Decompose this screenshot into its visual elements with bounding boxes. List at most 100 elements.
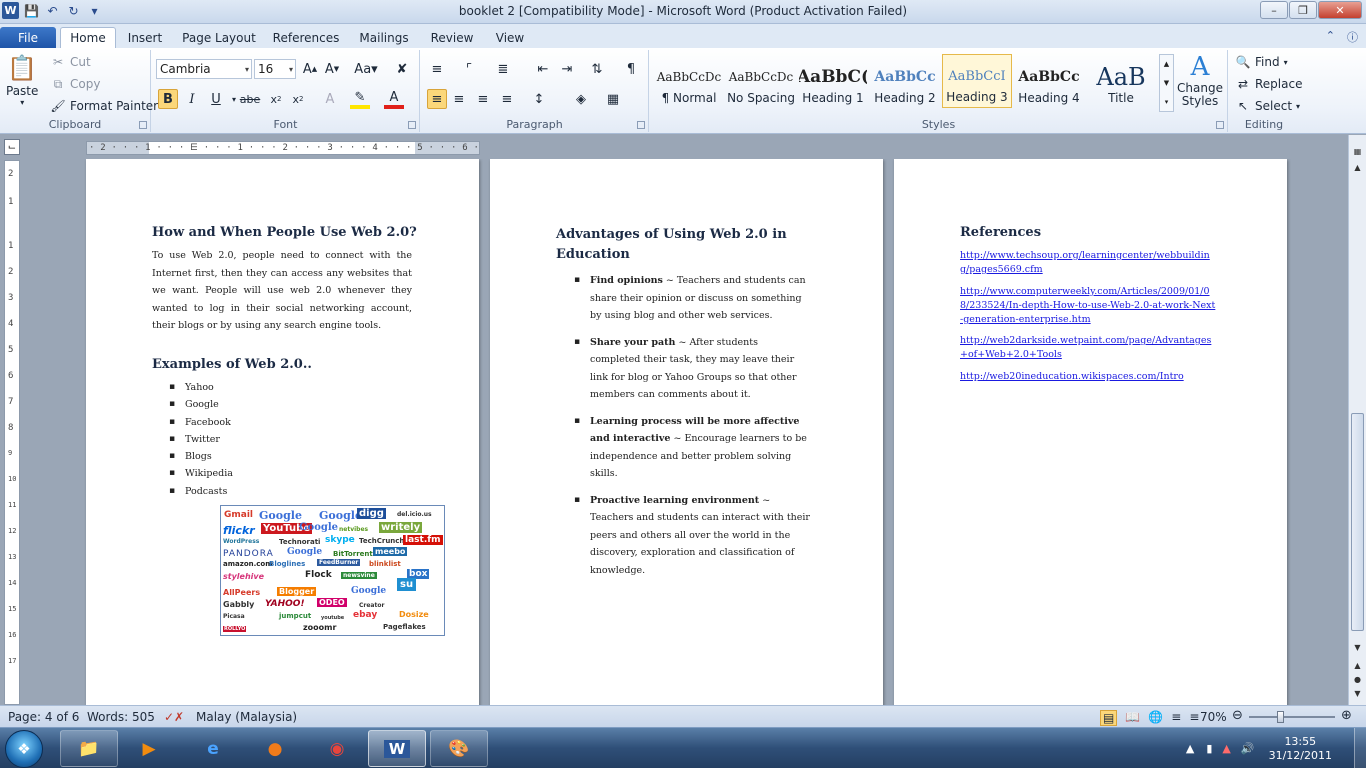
increase-indent-icon[interactable]: ⇥ [557,59,577,79]
language[interactable]: Malay (Malaysia) [196,710,297,724]
find-button[interactable]: 🔍 Find ▾ [1235,54,1288,70]
style-normal[interactable]: AaBbCcDc ¶ Normal [654,54,724,108]
vertical-scrollbar[interactable]: ▦ ▲ ▼ ▲ ● ▼ [1348,135,1366,705]
page-3[interactable]: References http://www.techsoup.org/learn… [894,159,1287,705]
start-button[interactable]: ❖ [5,730,43,768]
zoom-slider[interactable] [1249,716,1335,718]
battery-icon[interactable]: ▮ [1206,742,1212,755]
chrome-taskbar-button[interactable]: ◉ [308,730,366,767]
chevron-down-icon[interactable]: ▼ [1164,79,1169,87]
zoom-level[interactable]: 70% [1200,710,1227,724]
show-hidden-icons-icon[interactable]: ▲ [1186,742,1194,755]
web2-logos-image[interactable]: Gmail Google Google digg del.icio.us fli… [220,505,445,636]
minimize-button[interactable]: – [1260,1,1288,19]
close-button[interactable]: ✕ [1318,1,1362,19]
reference-link[interactable]: http://web20ineducation.wikispaces.com/I… [960,370,1216,384]
shrink-font-icon[interactable]: A ▼ [322,59,342,79]
tab-references[interactable]: References [270,27,342,48]
styles-launcher-icon[interactable] [1216,121,1224,129]
scroll-thumb[interactable] [1351,413,1364,631]
full-screen-reading-icon[interactable]: 📖 [1125,710,1140,726]
reference-link[interactable]: http://www.computerweekly.com/Articles/2… [960,285,1216,327]
zoom-slider-thumb[interactable] [1277,711,1284,723]
word-taskbar-button[interactable]: W [368,730,426,767]
ruler-view-icon[interactable]: ▦ [1351,145,1364,158]
borders-icon[interactable]: ▦ [603,89,623,109]
decrease-indent-icon[interactable]: ⇤ [533,59,553,79]
word-count[interactable]: Words: 505 [87,710,155,724]
page-2[interactable]: Advantages of Using Web 2.0 in Education… [490,159,883,705]
reference-link[interactable]: http://web2darkside.wetpaint.com/page/Ad… [960,334,1216,362]
justify-icon[interactable]: ≡ [497,89,517,109]
bold-button[interactable]: B [158,89,178,109]
reference-link[interactable]: http://www.techsoup.org/learningcenter/w… [960,249,1216,277]
tab-file[interactable]: File [0,27,56,48]
copy-button[interactable]: ⧉ Copy [50,76,101,92]
next-page-icon[interactable]: ▼ [1351,687,1364,700]
proofing-icon[interactable]: ✓​✗ [164,710,184,724]
print-layout-icon[interactable]: ▤ [1100,710,1118,726]
font-color-icon[interactable]: A [384,89,404,109]
align-center-icon[interactable]: ≡ [449,89,469,109]
zoom-out-icon[interactable]: ⊖ [1232,708,1243,723]
bullets-icon[interactable]: ≡ [427,59,447,79]
tab-review[interactable]: Review [426,27,478,48]
tab-selector-icon[interactable]: ⌙ [4,139,20,155]
change-case-icon[interactable]: Aa▾ [352,59,380,79]
pilcrow-icon[interactable]: ¶ [621,59,641,79]
sort-icon[interactable]: ⇅ [587,59,607,79]
paint-taskbar-button[interactable]: 🎨 [430,730,488,767]
style-heading-4[interactable]: AaBbCc Heading 4 [1014,54,1084,108]
style-no-spacing[interactable]: AaBbCcDc No Spacing [726,54,796,108]
ie-taskbar-button[interactable]: e [184,730,242,767]
clock[interactable]: 13:55 31/12/2011 [1269,735,1332,763]
firefox-taskbar-button[interactable]: ● [246,730,304,767]
tab-home[interactable]: Home [60,27,116,48]
cut-button[interactable]: ✂ Cut [50,54,91,70]
paragraph-launcher-icon[interactable] [637,121,645,129]
underline-button[interactable]: U [206,89,226,109]
select-browse-object-icon[interactable]: ● [1351,673,1364,686]
line-spacing-icon[interactable]: ↕ [529,89,549,109]
numbering-icon[interactable]: ⌜ [459,59,479,79]
replace-button[interactable]: ⇄ Replace [1235,76,1303,92]
font-size-combo[interactable]: 16 ▾ [254,59,296,79]
clipboard-launcher-icon[interactable] [139,121,147,129]
change-styles-button[interactable]: A Change Styles [1177,52,1223,108]
scroll-up-arrow-icon[interactable]: ▲ [1351,161,1364,174]
font-launcher-icon[interactable] [408,121,416,129]
web-layout-icon[interactable]: 🌐 [1148,710,1163,726]
volume-icon[interactable]: 🔊 [1241,742,1255,755]
multilevel-list-icon[interactable]: ≣ [493,59,513,79]
style-heading-1[interactable]: AaBbC(Heading 1 [798,54,868,108]
style-title[interactable]: AaB Title [1086,54,1156,108]
outline-icon[interactable]: ≡ [1171,710,1181,726]
paste-button[interactable]: 📋 Paste ▾ [6,52,38,107]
align-left-icon[interactable]: ≡ [427,89,447,109]
clear-formatting-icon[interactable]: ✘ [392,59,412,79]
align-right-icon[interactable]: ≡ [473,89,493,109]
more-styles-icon[interactable]: ▾ [1165,98,1169,106]
media-player-taskbar-button[interactable]: ▶ [120,730,178,767]
tab-insert[interactable]: Insert [122,27,168,48]
minimize-ribbon-icon[interactable]: ⌃ [1326,29,1335,45]
maximize-button[interactable]: ❐ [1289,1,1317,19]
subscript-button[interactable]: x2 [266,89,286,109]
previous-page-icon[interactable]: ▲ [1351,659,1364,672]
highlight-icon[interactable]: ✎ [350,89,370,109]
shading-icon[interactable]: ◈ [571,89,591,109]
text-effects-icon[interactable]: A [320,89,340,109]
horizontal-ruler[interactable]: · 2 · · · 1 · · · ⋿ · · · 1 · · · 2 · · … [86,141,480,155]
help-icon[interactable]: ⓘ [1347,29,1358,45]
format-painter-button[interactable]: 🖌 Format Painter [50,98,158,114]
tab-mailings[interactable]: Mailings [354,27,414,48]
italic-button[interactable]: I [182,89,202,109]
zoom-in-icon[interactable]: ⊕ [1341,708,1352,723]
styles-gallery-scroll[interactable]: ▲ ▼ ▾ [1159,54,1174,112]
explorer-taskbar-button[interactable]: 📁 [60,730,118,767]
strikethrough-button[interactable]: abe [238,89,262,109]
page-1[interactable]: How and When People Use Web 2.0? To use … [86,159,479,705]
superscript-button[interactable]: x2 [288,89,308,109]
page-count[interactable]: Page: 4 of 6 [8,710,79,724]
network-icon[interactable]: ▲ [1222,742,1230,755]
